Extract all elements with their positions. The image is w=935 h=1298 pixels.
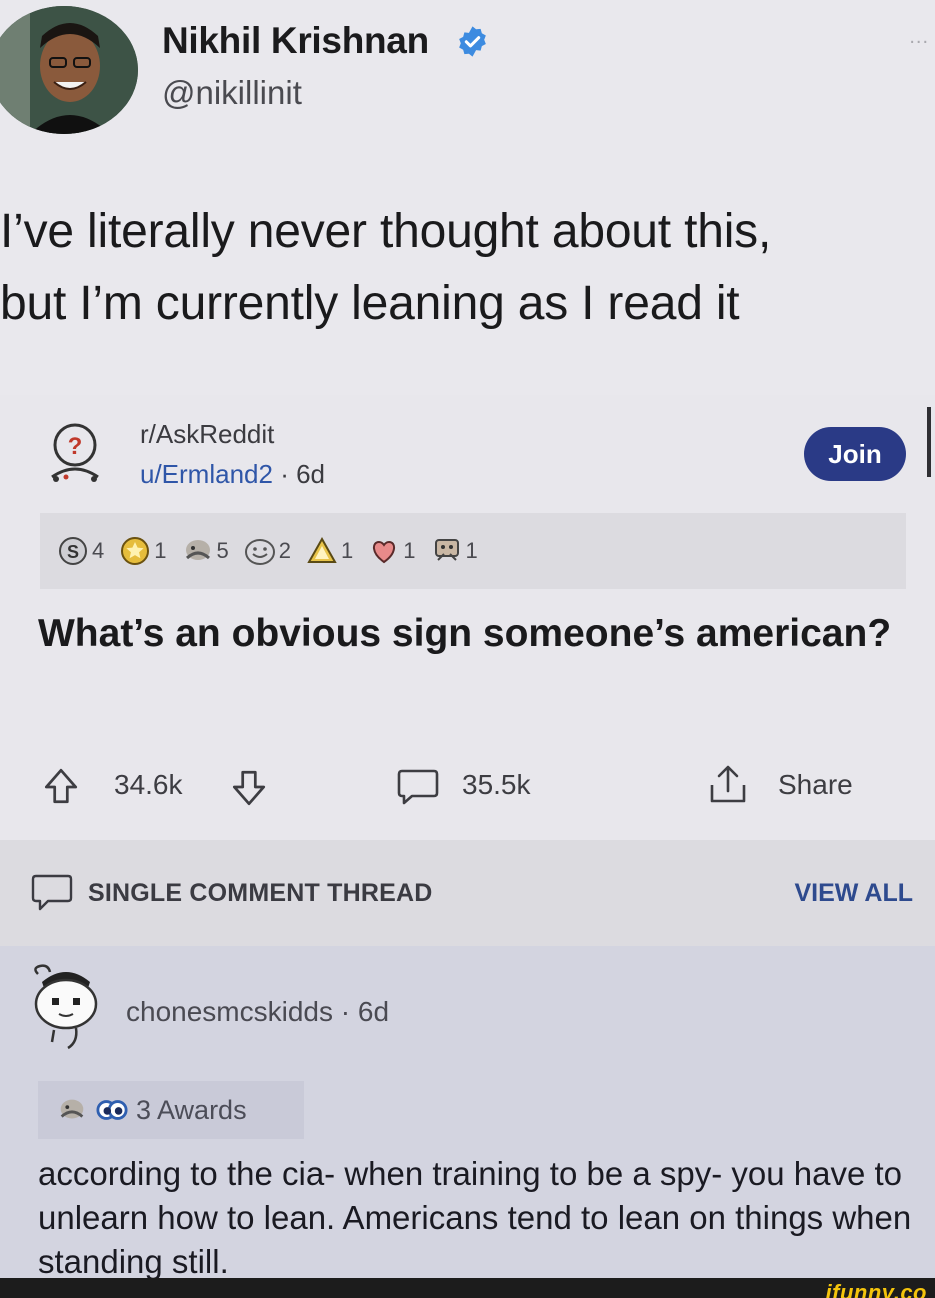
view-all-link[interactable]: VIEW ALL (794, 879, 913, 908)
comment-author-link[interactable]: chonesmcskidds (126, 996, 333, 1027)
awards-count-label: 3 Awards (136, 1094, 247, 1125)
ifunny-watermark: ifunny.co (825, 1280, 927, 1298)
post-awards-bar[interactable]: S 4 1 5 2 1 1 1 (40, 513, 906, 589)
author-name[interactable]: Nikhil Krishnan (162, 20, 429, 62)
reddit-post-card: ? r/AskReddit u/Ermland2 · 6d Join S 4 1… (0, 395, 935, 840)
award-item[interactable]: S 4 (56, 534, 104, 568)
tweet-text: I’ve literally never thought about this,… (0, 196, 930, 340)
author-avatar[interactable] (0, 6, 138, 134)
facepalm-award-icon (185, 540, 210, 560)
award-item[interactable]: 1 (430, 534, 478, 568)
gold-award-icon (121, 537, 150, 565)
post-title[interactable]: What’s an obvious sign someone’s america… (38, 609, 898, 659)
award-count: 2 (278, 538, 291, 563)
comment-bubble-icon (31, 874, 73, 911)
comment-author: chonesmcskidds · 6d (126, 996, 389, 1028)
heart-award-icon (373, 540, 396, 564)
award-count: 5 (216, 538, 229, 563)
award-count: 4 (92, 538, 105, 563)
award-item[interactable]: 5 (181, 534, 229, 568)
svg-text:?: ? (68, 433, 83, 460)
comment-age: · 6d (332, 996, 390, 1027)
eyes-award-icon (96, 1100, 128, 1120)
wholesome-award-icon (244, 539, 275, 565)
comment: chonesmcskidds · 6d 3 Awards according t… (0, 946, 935, 1280)
award-item[interactable]: 1 (118, 534, 167, 568)
askreddit-icon[interactable]: ? (42, 417, 108, 487)
single-comment-thread-bar: SINGLE COMMENT THREAD VIEW ALL (0, 840, 935, 946)
award-count: 1 (154, 538, 167, 563)
comment-count[interactable]: 35.5k (462, 769, 531, 801)
award-item[interactable]: 1 (305, 534, 353, 568)
share-icon[interactable] (706, 761, 750, 807)
tweet-text-line: I’ve literally never thought about this, (0, 205, 772, 258)
thread-label: SINGLE COMMENT THREAD (88, 879, 433, 907)
share-label[interactable]: Share (778, 769, 853, 801)
upvote-icon[interactable] (40, 765, 82, 807)
scrollbar[interactable] (927, 407, 931, 477)
award-count: 1 (465, 538, 478, 563)
silver-award-icon: S (59, 537, 87, 565)
award-item[interactable]: 1 (367, 534, 416, 568)
author-handle[interactable]: @nikillinit (162, 74, 302, 112)
comment-icon[interactable] (396, 767, 440, 807)
comment-body: according to the cia- when training to b… (38, 1155, 912, 1280)
tweet-header: Nikhil Krishnan @nikillinit ... (0, 0, 935, 150)
subreddit-name[interactable]: r/AskReddit (140, 419, 274, 450)
award-count: 1 (403, 538, 416, 563)
svg-text:S: S (67, 542, 79, 562)
post-actions: 34.6k 35.5k Share (0, 755, 935, 815)
post-author-link[interactable]: u/Ermland2 (140, 459, 273, 489)
helpful-award-icon (307, 536, 337, 563)
post-age: · 6d (272, 459, 325, 489)
post-author: u/Ermland2 · 6d (140, 459, 325, 490)
watermark-bar (0, 1278, 935, 1298)
award-item[interactable]: 2 (243, 534, 291, 568)
more-options-icon[interactable]: ... (909, 26, 929, 49)
downvote-icon[interactable] (228, 767, 270, 809)
verified-badge-icon (459, 26, 486, 57)
table-flip-award-icon (434, 539, 459, 561)
comment-awards[interactable]: 3 Awards (38, 1081, 304, 1139)
facepalm-award-icon (60, 1099, 84, 1119)
upvote-count: 34.6k (114, 769, 183, 800)
join-button[interactable]: Join (804, 427, 906, 481)
award-count: 1 (341, 538, 354, 563)
tweet-text-line: but I’m currently leaning as I read it (0, 277, 740, 330)
commenter-avatar[interactable] (28, 958, 104, 1054)
